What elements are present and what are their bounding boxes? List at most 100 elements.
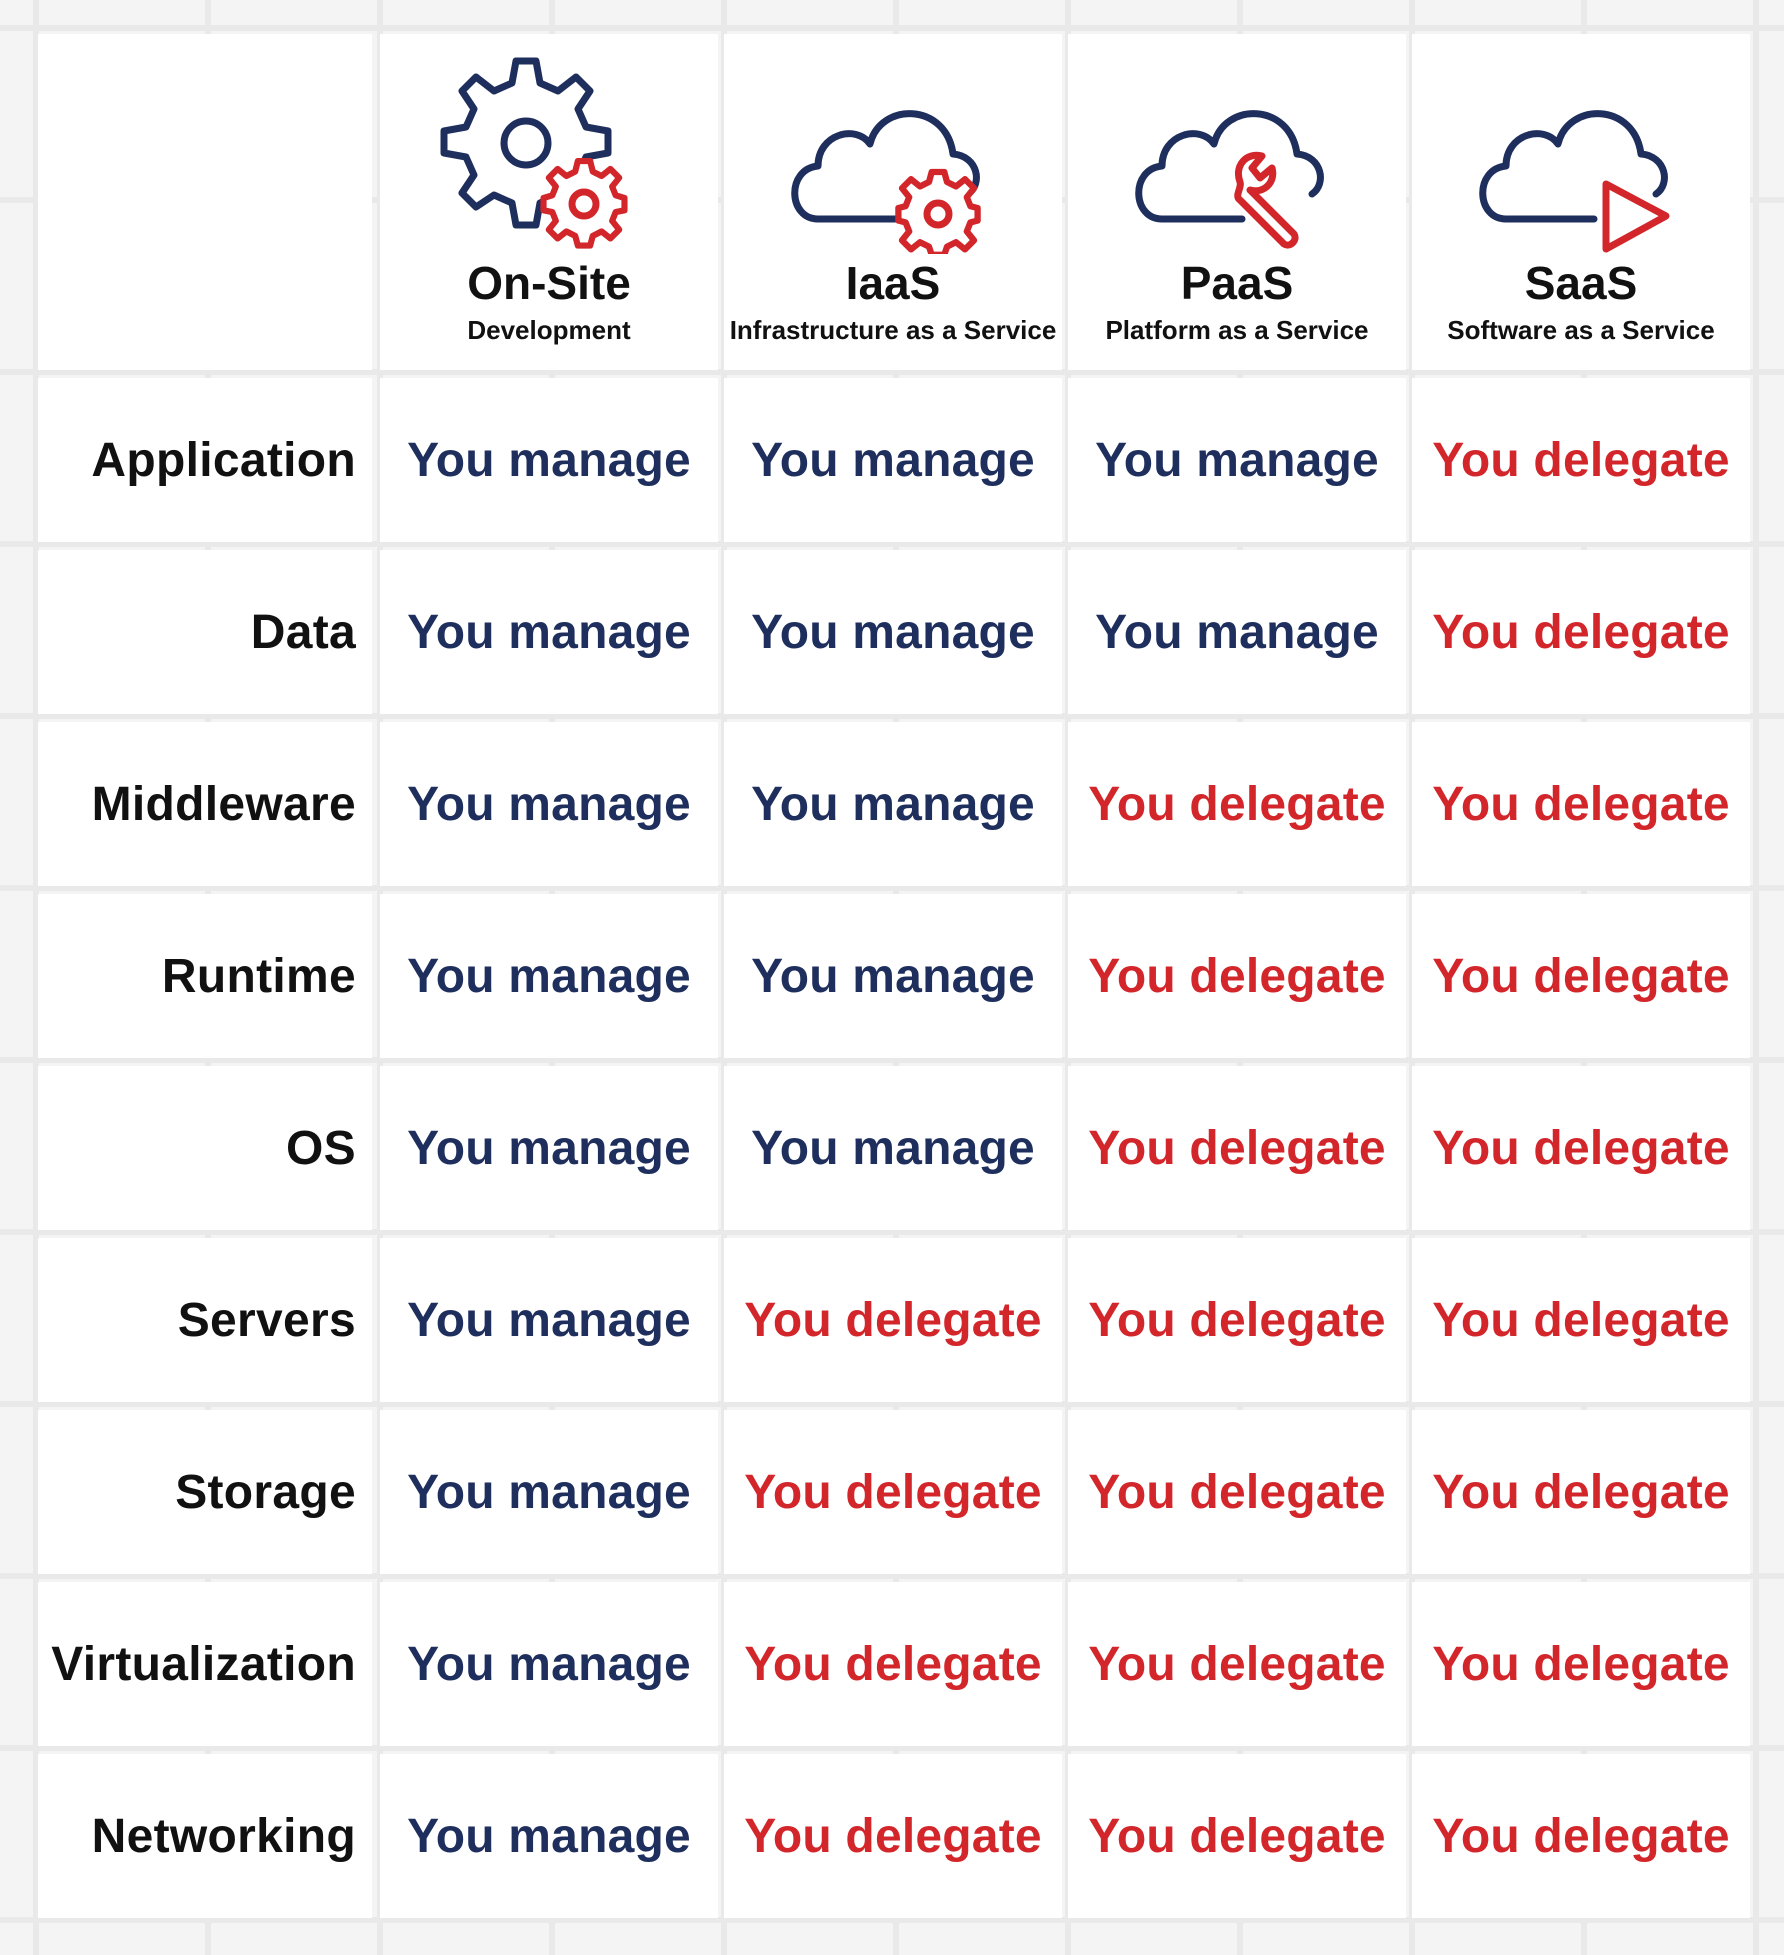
responsibility-cell: You delegate [1412,1410,1750,1574]
responsibility-cell: You delegate [724,1754,1062,1918]
delegate-value: You delegate [1088,1465,1386,1519]
manage-value: You manage [751,605,1035,659]
responsibility-cell: You delegate [1412,378,1750,542]
manage-value: You manage [407,433,691,487]
responsibility-cell: You manage [380,550,718,714]
responsibility-cell: You delegate [1412,1754,1750,1918]
manage-value: You manage [407,777,691,831]
responsibility-cell: You manage [724,722,1062,886]
row-label: Application [91,433,356,487]
row-label: Data [250,605,356,659]
responsibility-cell: You delegate [1412,1582,1750,1746]
column-subtitle: Development [467,315,631,345]
delegate-value: You delegate [1088,777,1386,831]
responsibility-cell: You delegate [724,1410,1062,1574]
row-label-cell: Data [38,550,372,714]
column-subtitle: Platform as a Service [1105,315,1369,345]
row-label-cell: Middleware [38,722,372,886]
manage-value: You manage [407,1637,691,1691]
responsibility-cell: You manage [380,1066,718,1230]
responsibility-cell: You delegate [1068,894,1406,1058]
cloud-play-icon [1479,110,1670,253]
responsibility-cell: You delegate [1412,550,1750,714]
manage-value: You manage [407,605,691,659]
column-subtitle: Software as a Service [1447,315,1715,345]
responsibility-cell: You manage [380,378,718,542]
delegate-value: You delegate [1088,1637,1386,1691]
manage-value: You manage [407,1293,691,1347]
delegate-value: You delegate [744,1465,1042,1519]
column-title: On-Site [467,257,631,310]
manage-value: You manage [751,777,1035,831]
delegate-value: You delegate [1432,1809,1730,1863]
responsibility-cell: You delegate [1068,1066,1406,1230]
row-label: Middleware [91,777,356,831]
column-title: IaaS [845,257,941,310]
responsibility-cell: You manage [380,1754,718,1918]
row-label-cell: Networking [38,1754,372,1918]
manage-value: You manage [407,1465,691,1519]
cloud-gear-icon [791,110,981,255]
row-label-cell: Virtualization [38,1582,372,1746]
delegate-value: You delegate [1432,433,1730,487]
row-label-cell: Servers [38,1238,372,1402]
responsibility-cell: You manage [380,722,718,886]
delegate-value: You delegate [1432,1465,1730,1519]
delegate-value: You delegate [744,1809,1042,1863]
row-label-cell: Application [38,378,372,542]
responsibility-cell: You delegate [1068,1238,1406,1402]
delegate-value: You delegate [1088,1293,1386,1347]
delegate-value: You delegate [744,1637,1042,1691]
row-label-cell: Storage [38,1410,372,1574]
column-title: PaaS [1180,257,1294,310]
responsibility-cell: You delegate [1068,1410,1406,1574]
responsibility-cell: You delegate [1068,1582,1406,1746]
manage-value: You manage [407,1809,691,1863]
responsibility-cell: You delegate [1412,894,1750,1058]
responsibility-cell: You manage [380,1582,718,1746]
row-label: Virtualization [51,1637,356,1691]
manage-value: You manage [751,949,1035,1003]
column-header-iaas: IaaS Infrastructure as a Service [724,34,1062,370]
column-header-onsite: On-Site Development [380,34,718,370]
delegate-value: You delegate [744,1293,1042,1347]
row-label: OS [286,1121,356,1175]
manage-value: You manage [751,1121,1035,1175]
row-label-cell: Runtime [38,894,372,1058]
responsibility-cell: You delegate [1412,1066,1750,1230]
responsibility-cell: You delegate [724,1238,1062,1402]
responsibility-cell: You manage [724,550,1062,714]
responsibility-cell: You delegate [1068,722,1406,886]
column-header-paas: PaaS Platform as a Service [1068,34,1406,370]
delegate-value: You delegate [1432,1637,1730,1691]
gear-icon [440,57,628,250]
row-label-cell: OS [38,1066,372,1230]
responsibility-cell: You delegate [1412,1238,1750,1402]
responsibility-cell: You manage [380,894,718,1058]
responsibility-cell: You manage [1068,550,1406,714]
responsibility-cell: You manage [724,1066,1062,1230]
corner-cell [38,34,372,370]
delegate-value: You delegate [1432,949,1730,1003]
responsibility-cell: You delegate [1068,1754,1406,1918]
delegate-value: You delegate [1432,605,1730,659]
responsibility-cell: You delegate [1412,722,1750,886]
responsibility-cell: You manage [380,1410,718,1574]
manage-value: You manage [407,1121,691,1175]
row-label: Servers [177,1293,356,1347]
row-label: Storage [175,1465,356,1519]
delegate-value: You delegate [1088,949,1386,1003]
manage-value: You manage [751,433,1035,487]
delegate-value: You delegate [1088,1809,1386,1863]
responsibility-cell: You delegate [724,1582,1062,1746]
responsibility-cell: You manage [724,894,1062,1058]
responsibility-cell: You manage [724,378,1062,542]
manage-value: You manage [1095,605,1379,659]
column-title: SaaS [1524,257,1638,310]
delegate-value: You delegate [1432,1293,1730,1347]
row-label: Runtime [161,949,356,1003]
delegate-value: You delegate [1432,1121,1730,1175]
column-header-saas: SaaS Software as a Service [1412,34,1750,370]
manage-value: You manage [407,949,691,1003]
delegate-value: You delegate [1432,777,1730,831]
